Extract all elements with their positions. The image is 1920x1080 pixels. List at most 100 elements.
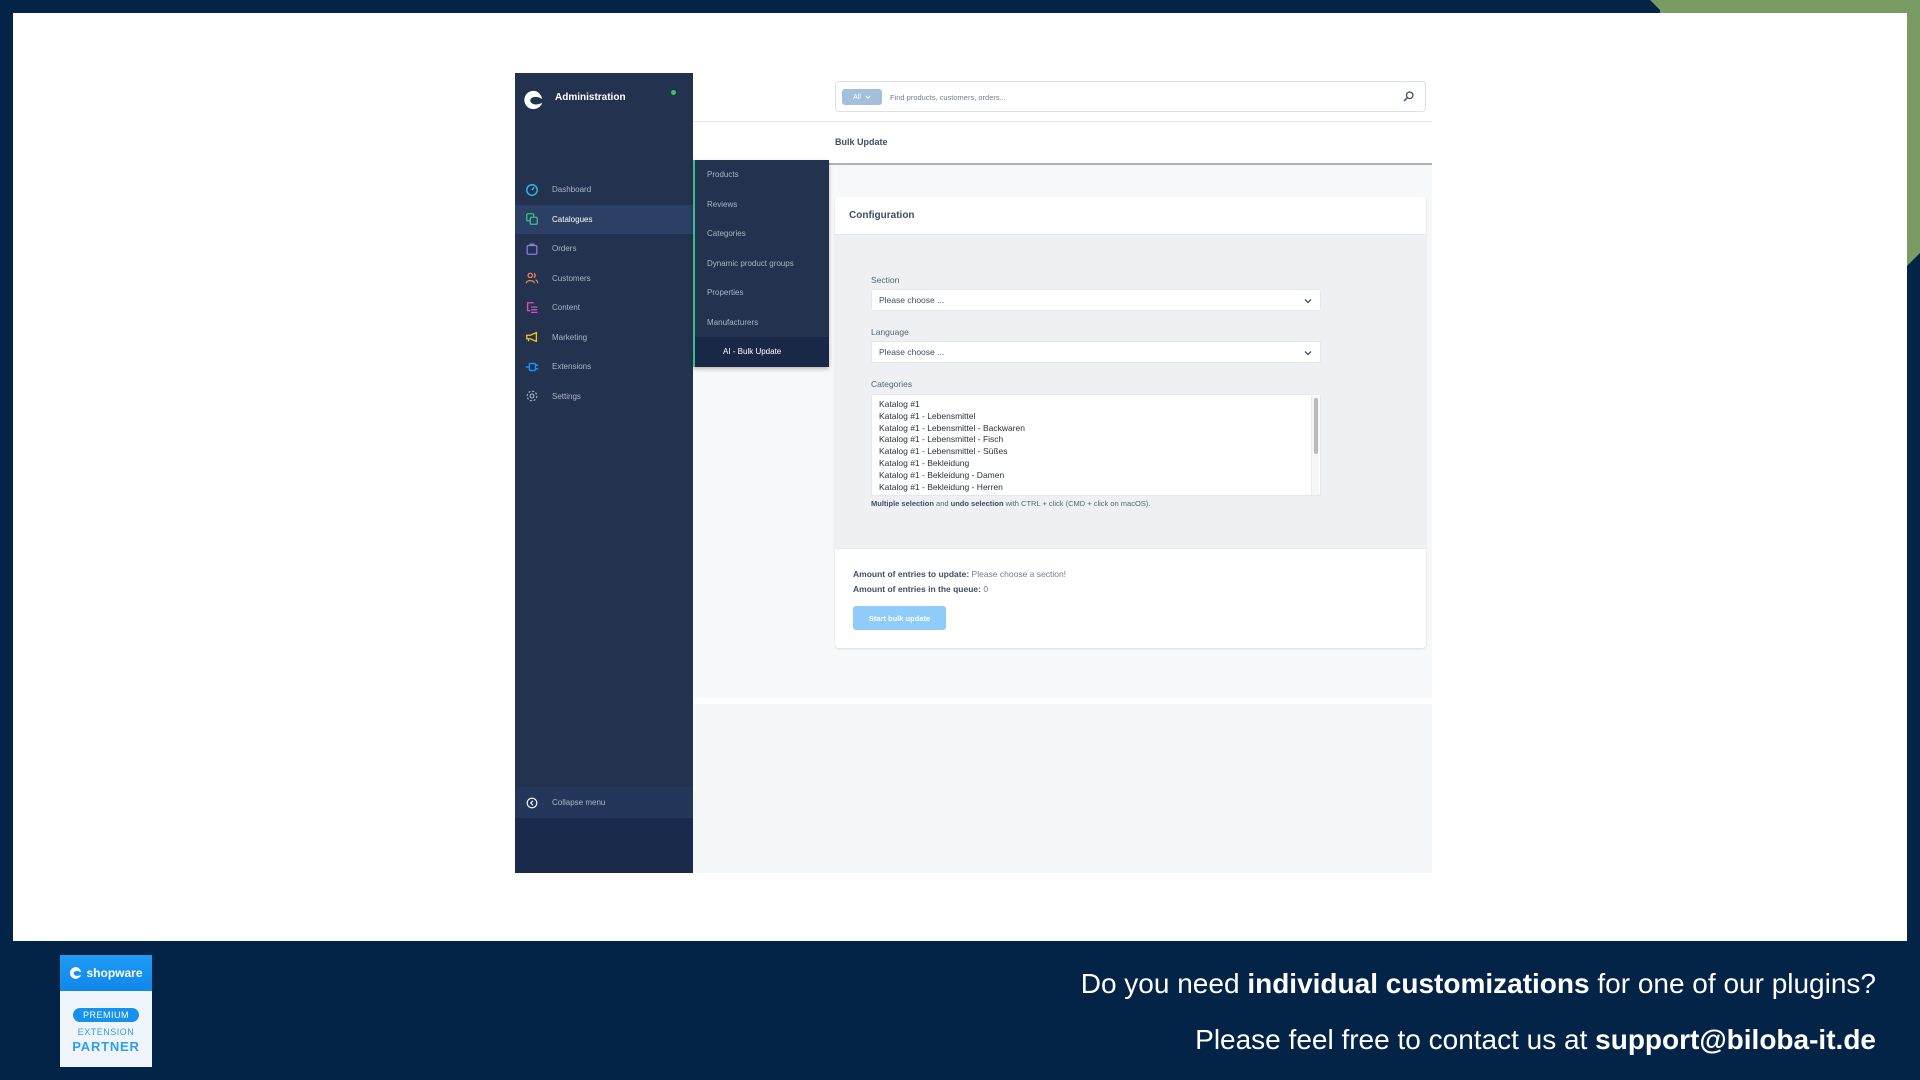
help-bold-multiple: Multiple selection [871, 499, 934, 508]
sidebar-item-customers[interactable]: Customers [515, 264, 693, 294]
promo-line-1: Do you need individual customizations fo… [1081, 968, 1876, 1000]
category-option[interactable]: Katalog #1 - Lebensmittel - Fisch [879, 434, 1320, 446]
badge-header: shopware [60, 955, 152, 991]
sidebar-item-label: Customers [552, 273, 591, 283]
section-select[interactable]: Please choose ... [871, 289, 1321, 311]
flyout-item-manufacturers[interactable]: Manufacturers [695, 308, 829, 338]
sidebar-item-orders[interactable]: Orders [515, 234, 693, 264]
sidebar-item-label: Marketing [552, 332, 588, 342]
promo-line-2-pre: Please feel free to contact us at [1195, 1024, 1596, 1055]
chevron-down-icon [1304, 351, 1312, 356]
entries-to-update-label: Amount of entries to update: [853, 569, 970, 579]
flyout-item-products[interactable]: Products [695, 160, 829, 190]
marketing-icon [526, 331, 538, 343]
sidebar-item-label: Catalogues [552, 214, 593, 224]
collapse-menu-label: Collapse menu [552, 798, 606, 807]
header-divider [693, 121, 1432, 122]
frame-accent-right-corner [1907, 253, 1920, 266]
flyout-item-dynamic-product-groups[interactable]: Dynamic product groups [695, 249, 829, 279]
sidebar-item-settings[interactable]: Settings [515, 382, 693, 412]
category-option[interactable]: Katalog #1 - Bekleidung - Herren [879, 482, 1320, 494]
configuration-card: Configuration Section Please choose ... … [835, 197, 1426, 648]
sidebar-footer [515, 818, 693, 873]
category-option[interactable]: Katalog #1 - Bekleidung - Damen [879, 470, 1320, 482]
badge-tier: PREMIUM [73, 1008, 139, 1022]
dashboard-icon [526, 183, 538, 196]
sidebar-item-label: Extensions [552, 362, 592, 372]
frame-accent-top [1660, 0, 1920, 13]
screenshot-stage: Administration Dashboard Catalogues Orde… [13, 13, 1907, 941]
category-option[interactable]: Katalog #1 - Lebensmittel - Backwaren [879, 423, 1320, 435]
brand-title: Administration [555, 92, 626, 103]
badge-line2: PARTNER [72, 1039, 140, 1054]
sidebar-nav: Dashboard Catalogues Orders Customers Co… [515, 175, 693, 411]
shopware-logo-icon [524, 90, 543, 110]
sidebar-item-dashboard[interactable]: Dashboard [515, 175, 693, 205]
sidebar-item-marketing[interactable]: Marketing [515, 323, 693, 353]
section-label: Section [871, 275, 900, 285]
orders-icon [526, 243, 538, 255]
promo-line-1-pre: Do you need [1080, 968, 1248, 999]
customers-icon [525, 272, 539, 284]
categories-label: Categories [871, 379, 913, 389]
category-option[interactable]: Katalog #1 [879, 399, 1320, 411]
sidebar-item-label: Settings [552, 391, 581, 401]
language-label: Language [871, 327, 909, 337]
chevron-left-circle-icon [526, 797, 538, 808]
frame-accent-right [1907, 0, 1920, 253]
section-select-value: Please choose ... [879, 295, 945, 305]
help-text-rest: with CTRL + click (CMD + click on macOS)… [1003, 499, 1151, 508]
sidebar: Administration Dashboard Catalogues Orde… [515, 73, 693, 873]
settings-icon [526, 390, 538, 402]
shopware-logo-icon [70, 967, 82, 979]
brand[interactable]: Administration [523, 85, 626, 115]
queue-value: 0 [980, 584, 989, 594]
flyout-item-reviews[interactable]: Reviews [695, 190, 829, 220]
sidebar-item-catalogues[interactable]: Catalogues [515, 204, 693, 234]
page-title: Bulk Update [835, 137, 888, 147]
search-input[interactable] [890, 86, 1390, 108]
chevron-down-icon [865, 95, 871, 99]
category-option[interactable]: Katalog #1 - Lebensmittel - Süßes [879, 446, 1320, 458]
sidebar-item-extensions[interactable]: Extensions [515, 352, 693, 382]
search-type-label: All [853, 93, 861, 101]
category-option[interactable]: Katalog #1 - Lebensmittel [879, 411, 1320, 423]
listbox-scrollbar[interactable] [1311, 396, 1319, 495]
catalogues-flyout: Products Reviews Categories Dynamic prod… [693, 160, 829, 367]
scrollbar-thumb[interactable] [1314, 398, 1318, 454]
global-search: All [835, 81, 1426, 112]
chevron-down-icon [1304, 299, 1312, 304]
badge-brand: shopware [86, 966, 143, 980]
sidebar-item-content[interactable]: Content [515, 293, 693, 323]
flyout-item-categories[interactable]: Categories [695, 219, 829, 249]
support-email-link[interactable]: support@biloba-it.de [1595, 1024, 1876, 1055]
categories-listbox[interactable]: Katalog #1 Katalog #1 - Lebensmittel Kat… [871, 394, 1321, 496]
categories-help-text: Multiple selection and undo selection wi… [871, 499, 1150, 508]
language-select[interactable]: Please choose ... [871, 341, 1321, 363]
sidebar-item-label: Content [552, 303, 581, 313]
catalogues-icon [526, 213, 538, 226]
card-title: Configuration [849, 210, 915, 221]
queue-stat: Amount of entries in the queue: 0 [853, 584, 988, 594]
promo-line-1-post: for one of our plugins? [1589, 968, 1876, 999]
extensions-icon [525, 362, 539, 371]
queue-label: Amount of entries in the queue: [853, 584, 981, 594]
search-type-select[interactable]: All [842, 89, 882, 105]
collapse-menu-button[interactable]: Collapse menu [515, 787, 693, 818]
sidebar-item-label: Dashboard [552, 185, 592, 195]
flyout-item-ai-bulk-update[interactable]: AI - Bulk Update [695, 337, 829, 367]
partner-badge: shopware PREMIUM EXTENSION PARTNER [60, 955, 152, 1067]
help-bold-undo: undo selection [950, 499, 1004, 508]
start-bulk-update-button[interactable]: Start bulk update [853, 606, 946, 630]
card-header: Configuration [835, 197, 1426, 235]
entries-to-update-stat: Amount of entries to update: Please choo… [853, 569, 1066, 579]
search-icon[interactable] [1402, 90, 1415, 103]
content-icon [526, 301, 538, 313]
status-indicator [671, 90, 676, 95]
flyout-item-properties[interactable]: Properties [695, 278, 829, 308]
card-footer: Amount of entries to update: Please choo… [835, 548, 1426, 648]
entries-to-update-value: Please choose a section! [969, 569, 1067, 579]
category-option[interactable]: Katalog #1 - Freizeit & Elektro [879, 493, 1320, 495]
help-text-and: and [933, 499, 951, 508]
category-option[interactable]: Katalog #1 - Bekleidung [879, 458, 1320, 470]
